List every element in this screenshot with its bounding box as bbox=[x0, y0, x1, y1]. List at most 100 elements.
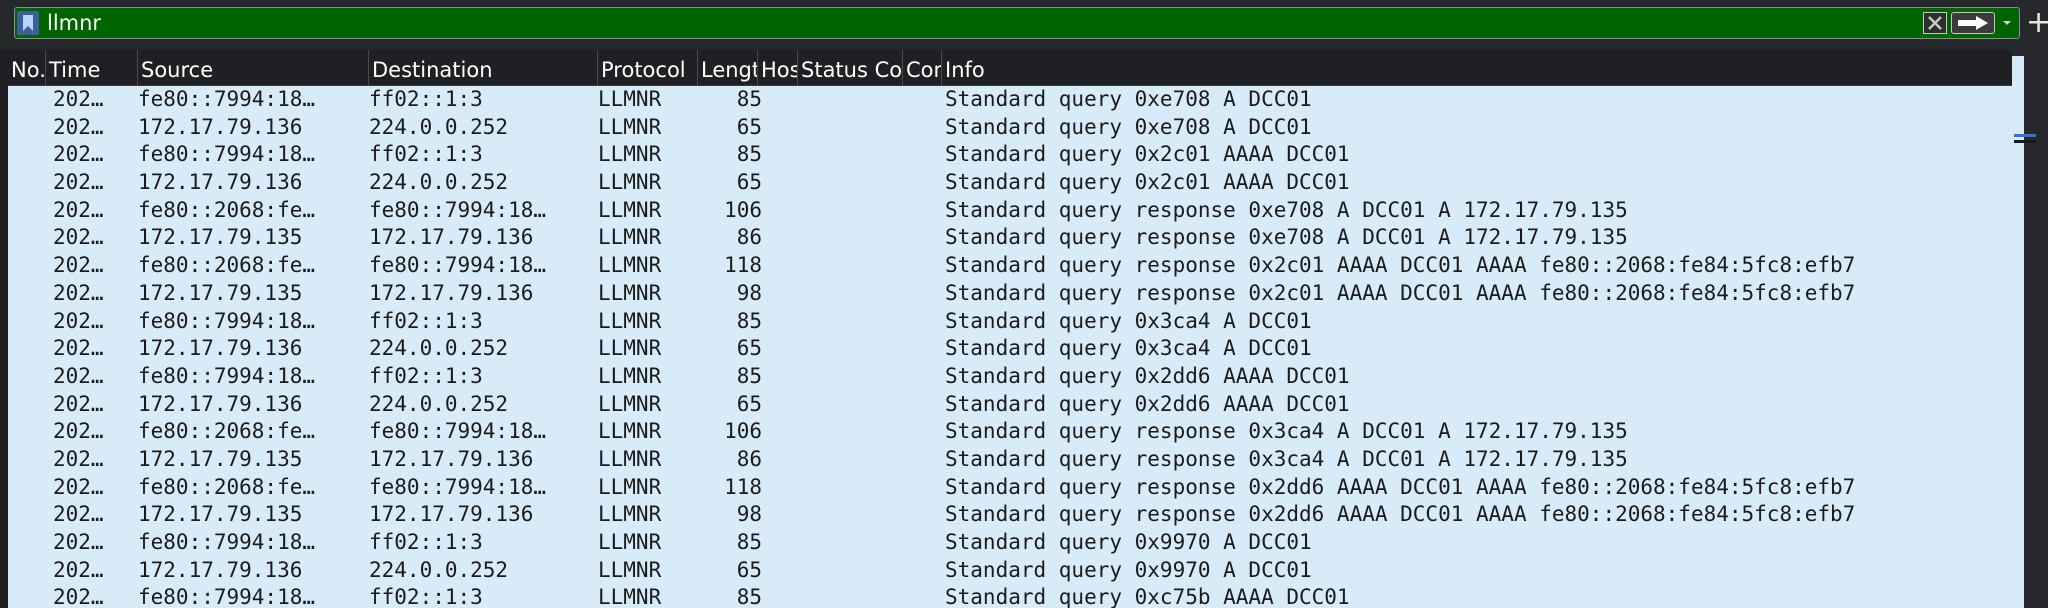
cell-source: 172.17.79.136 bbox=[138, 557, 303, 582]
cell-destination: 172.17.79.136 bbox=[369, 446, 534, 471]
packet-row[interactable]: 202… 172.17.79.135 172.17.79.136 LLMNR 86 Sta… bbox=[8, 446, 2012, 474]
cell-destination: fe80::7994:18… bbox=[369, 419, 547, 444]
cell-protocol: LLMNR bbox=[598, 557, 662, 582]
cell-destination: ff02::1:3 bbox=[369, 87, 483, 111]
cell-time: 202… bbox=[53, 585, 104, 608]
cell-length: 98 bbox=[736, 502, 762, 527]
cell-info: Standard query response 0x2c01 AAAA DCC0… bbox=[945, 280, 1856, 305]
cell-protocol: LLMNR bbox=[598, 446, 662, 471]
bookmark-icon[interactable] bbox=[17, 11, 39, 35]
cell-length: 85 bbox=[736, 308, 762, 333]
packet-row[interactable]: 202… fe80::7994:18… ff02::1:3 LLMNR 85 Standa… bbox=[8, 584, 2012, 608]
clear-icon[interactable] bbox=[1923, 12, 1947, 34]
plus-icon[interactable]: + bbox=[2026, 8, 2048, 38]
packet-row[interactable]: 202… fe80::7994:18… ff02::1:3 LLMNR 85 Standa… bbox=[8, 363, 2012, 391]
packet-row[interactable]: 202… 172.17.79.136 224.0.0.252 LLMNR 65 Stand… bbox=[8, 391, 2012, 419]
cell-time: 202… bbox=[53, 170, 104, 195]
cell-destination: 224.0.0.252 bbox=[369, 391, 509, 416]
cell-source: 172.17.79.135 bbox=[138, 280, 303, 305]
cell-info: Standard query 0x3ca4 A DCC01 bbox=[945, 308, 1312, 333]
cell-info: Standard query 0xe708 A DCC01 bbox=[945, 87, 1312, 111]
scrollbar-marker bbox=[2014, 140, 2036, 143]
cell-info: Standard query response 0x2dd6 AAAA DCC0… bbox=[945, 474, 1856, 499]
cell-destination: 172.17.79.136 bbox=[369, 502, 534, 527]
cell-time: 202… bbox=[53, 280, 104, 305]
cell-time: 202… bbox=[53, 308, 104, 333]
column-header-status-code[interactable]: Status Code bbox=[798, 50, 903, 86]
cell-source: fe80::2068:fe… bbox=[138, 253, 316, 278]
packet-row[interactable]: 202… fe80::7994:18… ff02::1:3 LLMNR 85 Standa… bbox=[8, 86, 2012, 114]
packet-row[interactable]: 202… 172.17.79.135 172.17.79.136 LLMNR 98 Sta… bbox=[8, 280, 2012, 308]
cell-length: 65 bbox=[736, 557, 762, 582]
chevron-down-icon[interactable] bbox=[1999, 12, 2015, 34]
packet-row[interactable]: 202… 172.17.79.136 224.0.0.252 LLMNR 65 Stand… bbox=[8, 557, 2012, 585]
cell-length: 118 bbox=[724, 253, 762, 278]
cell-length: 85 bbox=[736, 530, 762, 554]
scrollbar-thumb[interactable] bbox=[2012, 56, 2024, 608]
column-header-protocol[interactable]: Protocol bbox=[598, 50, 698, 86]
cell-time: 202… bbox=[53, 363, 104, 388]
cell-source: fe80::7994:18… bbox=[138, 142, 316, 167]
packet-row[interactable]: 202… fe80::7994:18… ff02::1:3 LLMNR 85 Standa… bbox=[8, 529, 2012, 557]
column-header-time[interactable]: Time bbox=[46, 50, 138, 86]
cell-time: 202… bbox=[53, 474, 104, 499]
packet-row[interactable]: 202… 172.17.79.136 224.0.0.252 LLMNR 65 Stand… bbox=[8, 169, 2012, 197]
cell-source: fe80::7994:18… bbox=[138, 585, 316, 608]
cell-source: fe80::7994:18… bbox=[138, 308, 316, 333]
column-header-content[interactable]: Content bbox=[903, 50, 942, 86]
column-header-info[interactable]: Info bbox=[942, 50, 2012, 86]
cell-source: 172.17.79.135 bbox=[138, 225, 303, 250]
cell-length: 65 bbox=[736, 114, 762, 139]
cell-protocol: LLMNR bbox=[598, 391, 662, 416]
column-header-no[interactable]: No. bbox=[8, 50, 46, 86]
cell-info: Standard query 0x2dd6 AAAA DCC01 bbox=[945, 363, 1350, 388]
packet-row[interactable]: 202… fe80::2068:fe… fe80::7994:18… LLMNR 106… bbox=[8, 418, 2012, 446]
cell-time: 202… bbox=[53, 446, 104, 471]
cell-length: 85 bbox=[736, 87, 762, 111]
arrow-right-icon[interactable] bbox=[1951, 12, 1995, 34]
packet-row[interactable]: 202… 172.17.79.136 224.0.0.252 LLMNR 65 Stand… bbox=[8, 114, 2012, 142]
cell-time: 202… bbox=[53, 114, 104, 139]
cell-destination: fe80::7994:18… bbox=[369, 474, 547, 499]
cell-length: 86 bbox=[736, 446, 762, 471]
packet-row[interactable]: 202… fe80::2068:fe… fe80::7994:18… LLMNR 118… bbox=[8, 474, 2012, 502]
cell-protocol: LLMNR bbox=[598, 225, 662, 250]
packet-row[interactable]: 202… 172.17.79.135 172.17.79.136 LLMNR 98 Sta… bbox=[8, 501, 2012, 529]
cell-destination: ff02::1:3 bbox=[369, 530, 483, 554]
cell-info: Standard query 0x3ca4 A DCC01 bbox=[945, 336, 1312, 361]
cell-protocol: LLMNR bbox=[598, 363, 662, 388]
packet-row[interactable]: 202… fe80::2068:fe… fe80::7994:18… LLMNR 106… bbox=[8, 197, 2012, 225]
packet-row[interactable]: 202… fe80::7994:18… ff02::1:3 LLMNR 85 Standa… bbox=[8, 308, 2012, 336]
column-header-host[interactable]: Host bbox=[758, 50, 798, 86]
cell-time: 202… bbox=[53, 530, 104, 554]
cell-time: 202… bbox=[53, 419, 104, 444]
vertical-scrollbar[interactable] bbox=[2012, 50, 2048, 608]
cell-source: 172.17.79.135 bbox=[138, 446, 303, 471]
cell-info: Standard query 0x9970 A DCC01 bbox=[945, 530, 1312, 554]
cell-destination: 224.0.0.252 bbox=[369, 557, 509, 582]
cell-source: fe80::2068:fe… bbox=[138, 197, 316, 222]
column-header-source[interactable]: Source bbox=[138, 50, 369, 86]
packet-row[interactable]: 202… fe80::2068:fe… fe80::7994:18… LLMNR 118… bbox=[8, 252, 2012, 280]
cell-time: 202… bbox=[53, 253, 104, 278]
display-filter-input[interactable] bbox=[47, 8, 1927, 38]
cell-length: 106 bbox=[724, 197, 762, 222]
cell-source: 172.17.79.136 bbox=[138, 391, 303, 416]
cell-length: 118 bbox=[724, 474, 762, 499]
cell-destination: ff02::1:3 bbox=[369, 308, 483, 333]
cell-info: Standard query 0xc75b AAAA DCC01 bbox=[945, 585, 1350, 608]
cell-time: 202… bbox=[53, 225, 104, 250]
cell-source: fe80::7994:18… bbox=[138, 530, 316, 554]
cell-length: 106 bbox=[724, 419, 762, 444]
cell-protocol: LLMNR bbox=[598, 308, 662, 333]
cell-info: Standard query response 0xe708 A DCC01 A… bbox=[945, 197, 1628, 222]
column-header-destination[interactable]: Destination bbox=[369, 50, 598, 86]
scrollbar-marker bbox=[2014, 134, 2036, 137]
packet-row[interactable]: 202… 172.17.79.136 224.0.0.252 LLMNR 65 Stand… bbox=[8, 335, 2012, 363]
column-header-length[interactable]: Length bbox=[698, 50, 758, 86]
packet-row[interactable]: 202… 172.17.79.135 172.17.79.136 LLMNR 86 Sta… bbox=[8, 224, 2012, 252]
cell-time: 202… bbox=[53, 557, 104, 582]
cell-protocol: LLMNR bbox=[598, 170, 662, 195]
cell-length: 85 bbox=[736, 585, 762, 608]
packet-row[interactable]: 202… fe80::7994:18… ff02::1:3 LLMNR 85 Standa… bbox=[8, 141, 2012, 169]
